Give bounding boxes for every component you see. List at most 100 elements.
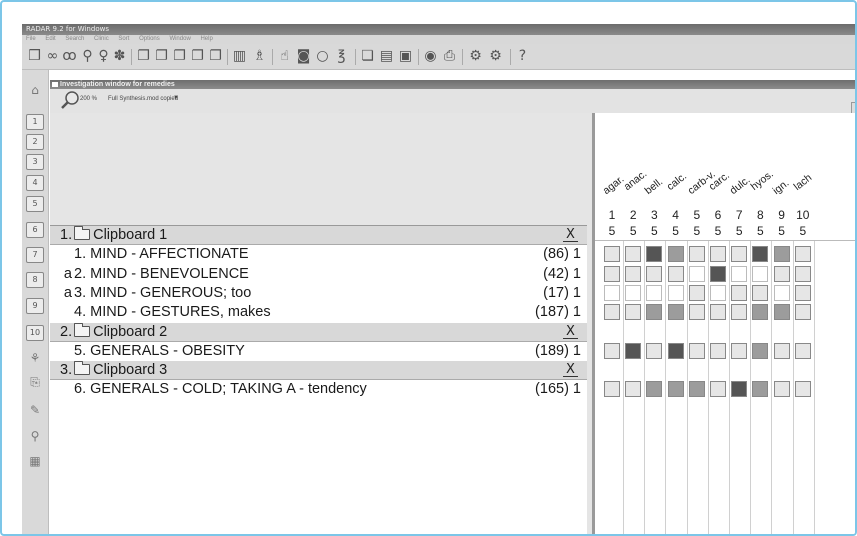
grade-cell[interactable]	[752, 381, 769, 398]
grade-cell[interactable]	[710, 284, 726, 301]
grade-cell[interactable]	[794, 381, 811, 398]
grade-cell[interactable]	[752, 246, 769, 263]
new-icon[interactable]: ❒	[26, 48, 43, 65]
doc-2-icon[interactable]: ▤	[378, 48, 395, 65]
grade-cell[interactable]	[773, 246, 790, 263]
grade-cell[interactable]	[667, 284, 684, 301]
chevron-down-icon[interactable]: ▼	[173, 95, 179, 101]
sort-icon[interactable]: ⚘	[26, 350, 44, 366]
grade-cell[interactable]	[646, 284, 663, 301]
grade-cell[interactable]	[646, 304, 663, 321]
grade-cell[interactable]	[604, 304, 620, 321]
grade-cell[interactable]	[625, 304, 642, 321]
search-icon[interactable]: ⚲	[79, 48, 96, 65]
grade-cell[interactable]	[604, 381, 620, 398]
grade-cell[interactable]	[710, 381, 726, 398]
glasses-icon[interactable]: ꝏ	[61, 48, 78, 65]
remedy-name[interactable]: calc.	[664, 170, 688, 193]
grade-cell[interactable]	[794, 304, 811, 321]
grade-cell[interactable]	[688, 265, 705, 282]
grade-cell[interactable]	[688, 246, 705, 263]
grade-cell[interactable]	[688, 342, 705, 359]
help-icon[interactable]: ?	[514, 48, 531, 65]
grade-cell[interactable]	[794, 342, 811, 359]
doc-icon[interactable]: ❏	[359, 48, 376, 65]
grade-cell[interactable]	[688, 381, 705, 398]
remedy-name[interactable]: ign.	[770, 177, 791, 197]
grade-cell[interactable]	[646, 381, 663, 398]
grade-cell[interactable]	[646, 342, 663, 359]
close-icon[interactable]: X	[563, 228, 578, 242]
grade-cell[interactable]	[625, 381, 642, 398]
rubric-row[interactable]: 1. MIND - AFFECTIONATE (86) 1	[50, 245, 587, 264]
close-icon[interactable]: X	[563, 363, 578, 378]
clipboard-header[interactable]: 3. Clipboard 3 X	[50, 361, 587, 381]
book-icon[interactable]: ▦	[26, 453, 44, 469]
rubric-row[interactable]: a 2. MIND - BENEVOLENCE (42) 1	[50, 265, 587, 284]
grade-cell[interactable]	[773, 284, 790, 301]
menu-file[interactable]: File	[26, 36, 36, 42]
query-icon[interactable]: ⚲	[26, 428, 44, 444]
grade-cell[interactable]	[773, 342, 790, 359]
grade-cell[interactable]	[752, 342, 769, 359]
grade-cell[interactable]	[667, 304, 684, 321]
globe-icon[interactable]: ◉	[422, 48, 439, 65]
clipboard-button-9[interactable]: 9	[26, 298, 44, 314]
grade-cell[interactable]	[625, 246, 642, 263]
grade-cell[interactable]	[752, 265, 769, 282]
close-icon[interactable]: X	[563, 324, 578, 339]
clipboard-button-2[interactable]: 2	[26, 134, 44, 150]
menu-clinic[interactable]: Clinic	[94, 36, 109, 42]
tools-icon[interactable]: ⚙	[467, 48, 484, 65]
grade-cell[interactable]	[731, 265, 748, 282]
clipboard-button-1[interactable]: 1	[26, 114, 44, 130]
figures-icon[interactable]: ♗	[251, 48, 268, 65]
zoom-icon[interactable]	[60, 90, 80, 110]
grade-cell[interactable]	[752, 304, 769, 321]
clipboard-button-4[interactable]: 4	[26, 175, 44, 191]
menu-edit[interactable]: Edit	[45, 36, 55, 42]
doc-3-icon[interactable]: ▣	[397, 48, 414, 65]
grade-cell[interactable]	[731, 246, 748, 263]
settings-icon[interactable]: ✽	[111, 48, 128, 65]
grade-cell[interactable]	[752, 284, 769, 301]
clipboard-button-8[interactable]: 8	[26, 272, 44, 288]
grade-cell[interactable]	[710, 304, 726, 321]
bulb-icon[interactable]: ♀	[95, 48, 112, 65]
clipboard-4-icon[interactable]: ❐	[189, 48, 206, 65]
clipboard-header[interactable]: 2. Clipboard 2 X	[50, 322, 587, 342]
clipboard-2-icon[interactable]: ❐	[153, 48, 170, 65]
clipboard-button-10[interactable]: 10	[26, 325, 44, 341]
menu-options[interactable]: Options	[139, 36, 160, 42]
grade-cell[interactable]	[731, 381, 748, 398]
clipboard-header[interactable]: 1. Clipboard 1 X	[50, 226, 587, 245]
grade-cell[interactable]	[688, 304, 705, 321]
grade-cell[interactable]	[794, 265, 811, 282]
clipboard-5-icon[interactable]: ❐	[207, 48, 224, 65]
grade-cell[interactable]	[667, 342, 684, 359]
clipboard-button-3[interactable]: 3	[26, 154, 44, 170]
grade-cell[interactable]	[710, 246, 726, 263]
export-icon[interactable]: ⎘	[26, 374, 44, 390]
rotate-icon[interactable]: ℥	[333, 48, 350, 65]
grade-cell[interactable]	[688, 284, 705, 301]
clipboard-button-5[interactable]: 5	[26, 196, 44, 212]
menu-sort[interactable]: Sort	[118, 36, 129, 42]
grade-cell[interactable]	[773, 265, 790, 282]
remedy-icon[interactable]: ⌂	[26, 82, 44, 98]
menu-window[interactable]: Window	[169, 36, 190, 42]
clipboard-button-7[interactable]: 7	[26, 247, 44, 263]
menu-help[interactable]: Help	[200, 36, 212, 42]
rubric-row[interactable]: 4. MIND - GESTURES, makes (187) 1	[50, 303, 587, 322]
clipboard-1-icon[interactable]: ❐	[135, 48, 152, 65]
grade-cell[interactable]	[731, 304, 748, 321]
clipboard-button-6[interactable]: 6	[26, 222, 44, 238]
grade-cell[interactable]	[731, 342, 748, 359]
grade-cell[interactable]	[625, 265, 642, 282]
menu-search[interactable]: Search	[65, 36, 84, 42]
grade-cell[interactable]	[646, 265, 663, 282]
mode-select[interactable]: Full Synthesis.mod copied	[108, 96, 178, 102]
hand-icon[interactable]: ☝	[276, 48, 293, 65]
eye-icon[interactable]: ◙	[295, 48, 312, 65]
grade-cell[interactable]	[794, 246, 811, 263]
